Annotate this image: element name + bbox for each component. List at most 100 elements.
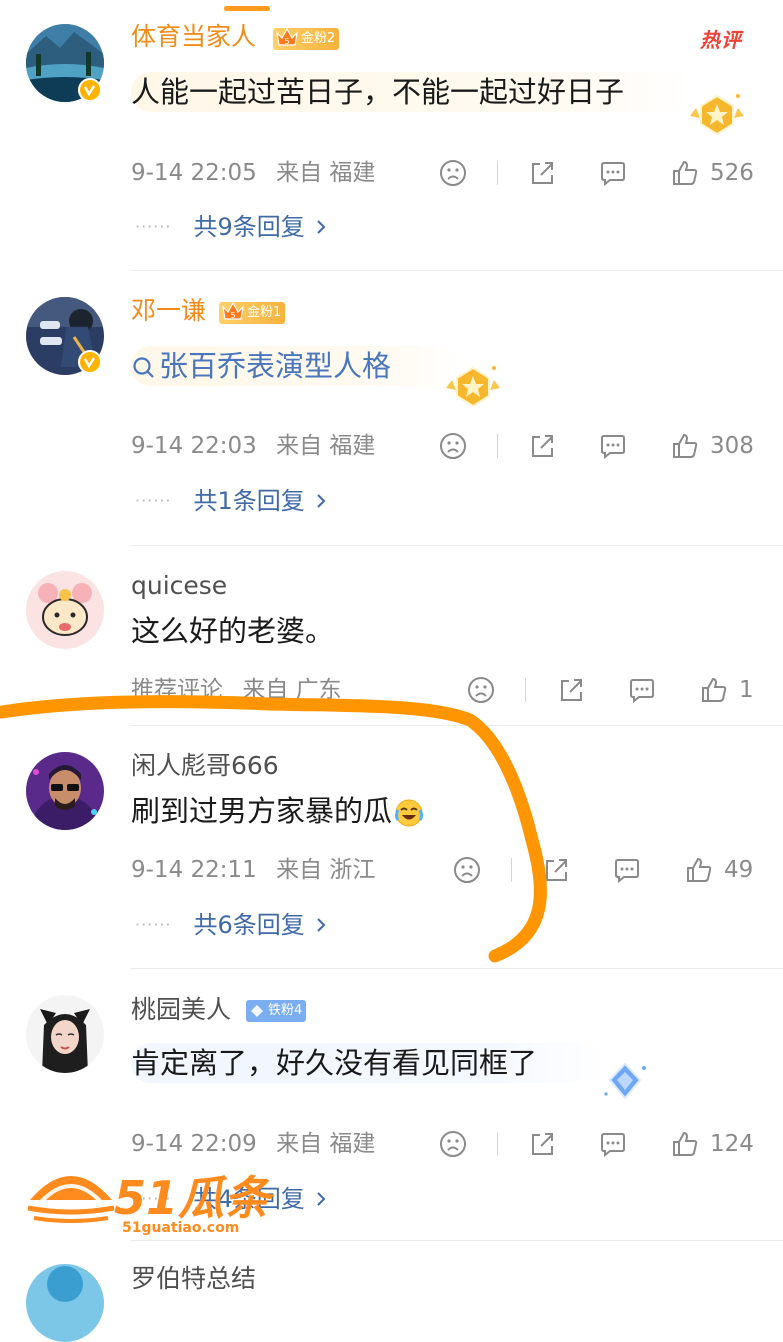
username[interactable]: 桃园美人 <box>131 995 231 1025</box>
divider <box>130 1240 783 1241</box>
share-button[interactable] <box>527 431 557 461</box>
share-button[interactable] <box>527 158 557 188</box>
crying-laughing-emoji-icon <box>395 799 424 827</box>
like-button[interactable]: 124 <box>670 1129 754 1159</box>
comment-text: 刷到过男方家暴的瓜 <box>131 791 424 831</box>
fan-badge: 铁粉4 <box>246 1000 307 1022</box>
crown-icon: 5 <box>222 301 244 320</box>
comment-location: 来自 福建 <box>276 160 376 186</box>
comment-text: 肯定离了，好久没有看见同框了 <box>131 1043 608 1083</box>
scroll-indicator <box>224 6 270 11</box>
fan-badge-label: 金粉2 <box>301 31 336 46</box>
comment-location: 来自 福建 <box>276 433 376 459</box>
like-count: 1 <box>739 677 754 703</box>
share-icon <box>546 859 567 881</box>
share-icon <box>561 679 582 701</box>
like-button[interactable]: 49 <box>684 855 753 885</box>
action-divider <box>497 161 498 185</box>
like-count: 526 <box>710 160 754 186</box>
comment-meta: 9-14 22:05 来自 福建 <box>131 158 375 188</box>
divider <box>130 545 783 546</box>
chevron-right-icon <box>317 918 326 932</box>
reply-button[interactable] <box>598 158 628 188</box>
watermelon-logo-icon <box>27 1176 115 1223</box>
thumbs-up-icon <box>673 160 698 185</box>
topic-link[interactable]: 张百乔表演型人格 <box>159 349 391 383</box>
dislike-button[interactable] <box>452 855 482 885</box>
view-replies-link[interactable]: ······ 共6条回复 <box>135 910 327 940</box>
comment-location: 来自 广东 <box>242 677 342 703</box>
action-divider <box>497 434 498 458</box>
avatar[interactable] <box>26 1264 104 1342</box>
comment-icon <box>615 859 639 884</box>
comment-text: 张百乔表演型人格 <box>131 346 462 386</box>
comment-location: 来自 福建 <box>276 1131 376 1157</box>
username[interactable]: 罗伯特总结 <box>131 1264 256 1294</box>
comment-location: 来自 浙江 <box>276 857 376 883</box>
frown-face-icon <box>440 433 466 459</box>
fan-badge: 5 金粉1 <box>219 301 286 324</box>
username[interactable]: 邓一谦 <box>131 296 206 326</box>
frown-face-icon <box>440 1131 466 1157</box>
comment-meta: 9-14 22:03 来自 福建 <box>131 431 375 461</box>
watermark-logo: 51瓜条 51guatiao.com <box>26 1160 286 1240</box>
username[interactable]: quicese <box>131 571 227 601</box>
share-button[interactable] <box>556 675 586 705</box>
reply-button[interactable] <box>627 675 657 705</box>
replies-count-label: 共9条回复 <box>193 213 305 241</box>
comment-icon <box>630 679 654 704</box>
view-replies-link[interactable]: ······ 共9条回复 <box>135 212 327 242</box>
thumbs-up-icon <box>673 433 698 458</box>
dislike-button[interactable] <box>438 1129 468 1159</box>
comment-time: 9-14 22:11 <box>131 857 257 883</box>
username[interactable]: 体育当家人 <box>131 22 256 52</box>
watermark-url: 51guatiao.com <box>122 1220 240 1236</box>
dislike-button[interactable] <box>466 675 496 705</box>
thumbs-up-icon <box>702 677 727 702</box>
dislike-button[interactable] <box>438 158 468 188</box>
like-count: 124 <box>710 1131 754 1157</box>
avatar[interactable] <box>26 752 104 830</box>
replies-count-label: 共6条回复 <box>193 911 305 939</box>
reply-button[interactable] <box>598 431 628 461</box>
comment-time: 9-14 22:03 <box>131 433 257 459</box>
crown-icon: 5 <box>276 27 298 46</box>
comment-text: 人能一起过苦日子，不能一起过好日子 <box>131 72 695 112</box>
fan-badge-label: 铁粉4 <box>268 1003 303 1018</box>
divider <box>130 968 783 969</box>
gold-star-medal-icon <box>690 94 744 136</box>
like-button[interactable]: 308 <box>670 431 754 461</box>
comment-icon <box>601 1133 625 1158</box>
like-button[interactable]: 526 <box>670 158 754 188</box>
verified-icon <box>78 78 102 102</box>
divider <box>130 725 783 726</box>
ellipsis-dots: ······ <box>135 217 172 236</box>
comment-icon <box>601 162 625 187</box>
frown-face-icon <box>468 677 494 703</box>
fan-badge-label: 金粉1 <box>247 305 282 320</box>
view-replies-link[interactable]: ······ 共1条回复 <box>135 486 327 516</box>
watermark-brand: 51瓜条 <box>114 1171 271 1225</box>
dislike-button[interactable] <box>438 431 468 461</box>
comment-meta: 推荐评论 来自 广东 <box>131 675 342 705</box>
username[interactable]: 闲人彪哥666 <box>131 751 279 781</box>
thumbs-up-icon <box>673 1131 698 1156</box>
search-icon <box>133 357 154 378</box>
frown-face-icon <box>440 160 466 186</box>
share-icon <box>532 1133 553 1155</box>
thumbs-up-icon <box>687 857 712 882</box>
reply-button[interactable] <box>612 855 642 885</box>
like-count: 49 <box>724 857 754 883</box>
replies-count-label: 共1条回复 <box>193 487 305 515</box>
share-button[interactable] <box>527 1129 557 1159</box>
share-button[interactable] <box>541 855 571 885</box>
svg-text:5: 5 <box>230 311 235 320</box>
hot-comment-tag: 热评 <box>700 28 742 52</box>
divider <box>130 270 783 271</box>
avatar[interactable] <box>26 995 104 1073</box>
frown-face-icon <box>454 857 480 883</box>
avatar[interactable] <box>26 571 104 649</box>
reply-button[interactable] <box>598 1129 628 1159</box>
like-button[interactable]: 1 <box>699 675 754 705</box>
chevron-right-icon <box>317 1192 326 1206</box>
